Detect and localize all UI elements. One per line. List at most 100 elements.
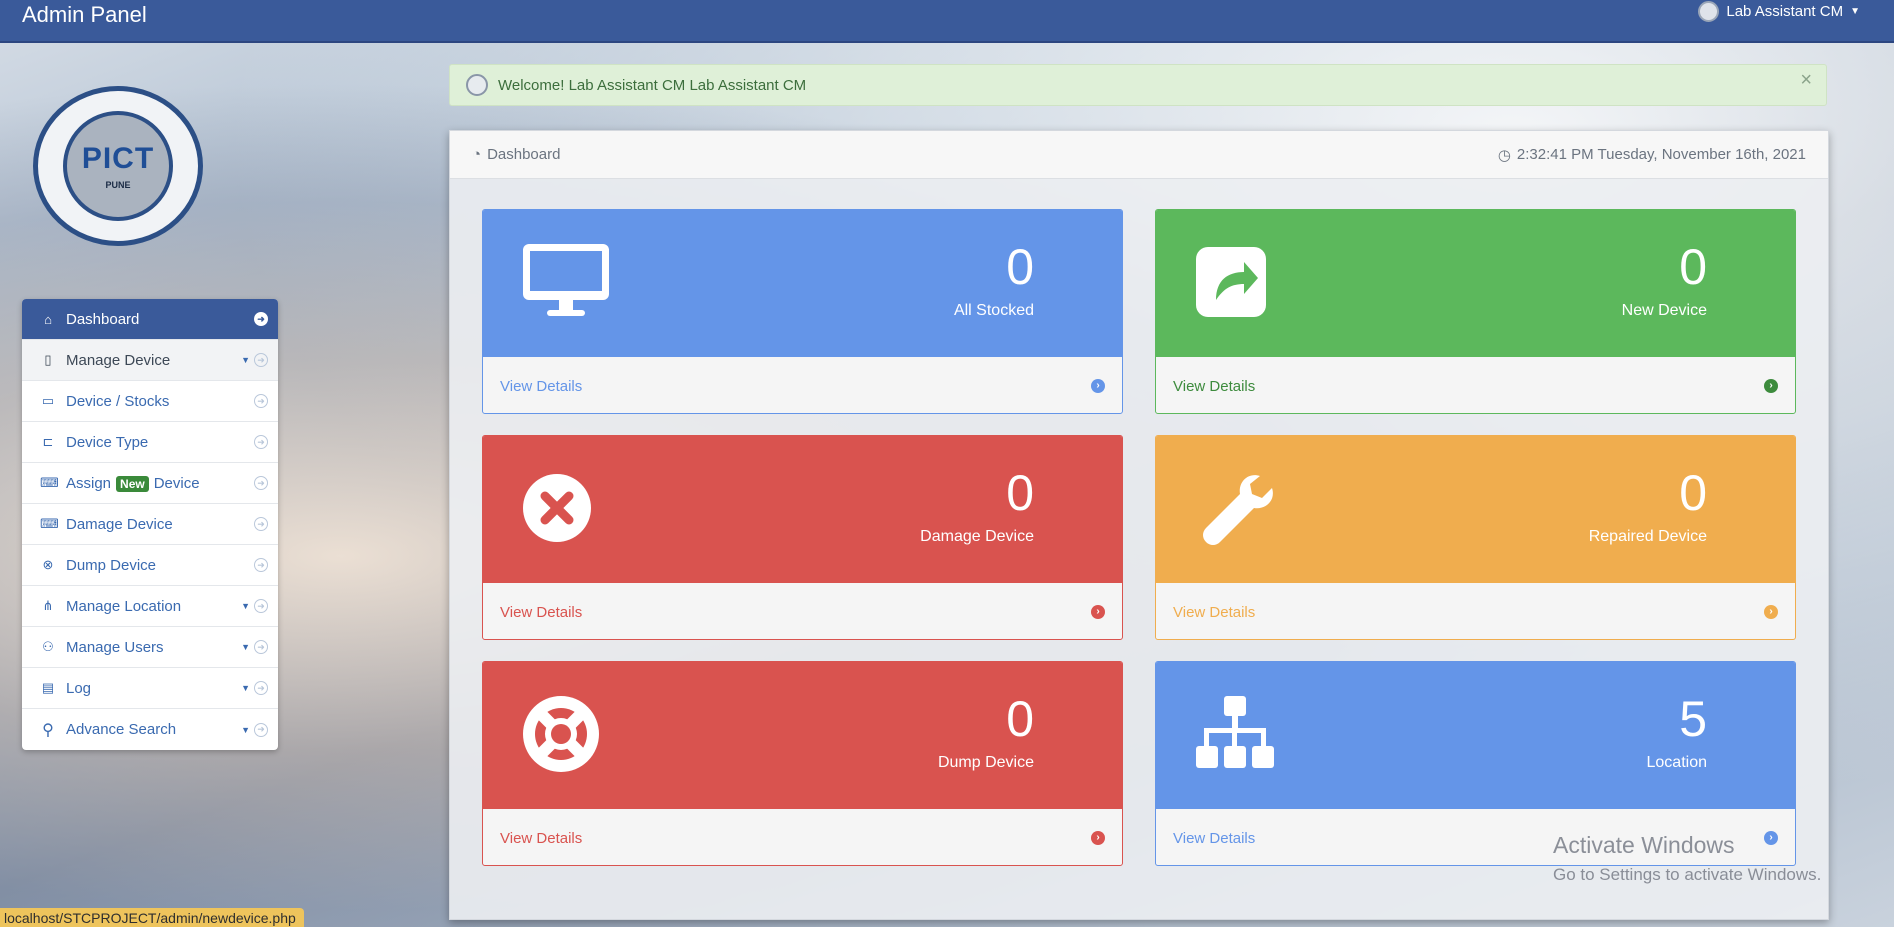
chevron-down-icon: ▼ [241, 601, 250, 611]
search-icon: ⚲ [42, 721, 54, 739]
logo-emblem: PICT PUNE [63, 111, 173, 221]
users-icon: ⚇ [42, 639, 54, 654]
arrow-circle-right-icon: › [1091, 379, 1105, 393]
brand-title[interactable]: Admin Panel [22, 2, 147, 28]
sidebar-item-manage-users[interactable]: ⚇ Manage Users ▼ ➜ [22, 627, 278, 668]
sidebar-item-manage-device[interactable]: ▯ Manage Device ▼ ➜ [22, 340, 278, 381]
user-avatar [1698, 1, 1720, 22]
sidebar-item-manage-location[interactable]: ⋔ Manage Location ▼ ➜ [22, 586, 278, 627]
laptop-icon: ⌨ [40, 475, 59, 490]
sidebar-item-dump-device[interactable]: ⊗ Dump Device ➜ [22, 545, 278, 586]
dashboard-gauge-icon: ◔ [472, 146, 482, 163]
book-icon: ▤ [41, 680, 55, 695]
chevron-down-icon: ▼ [1850, 6, 1860, 17]
view-details-text: View Details [1173, 377, 1256, 395]
dashboard-panel: ◔ Dashboard ◷ 2:32:41 PM Tuesday, Novemb… [449, 130, 1829, 920]
device-label: Device [153, 474, 200, 492]
arrow-circle-right-icon: ➜ [254, 681, 268, 695]
browser-status-url: localhost/STCPROJECT/admin/newdevice.php [0, 908, 304, 927]
wrench-icon [1203, 475, 1273, 545]
card-label: Repaired Device [1588, 528, 1707, 545]
life-ring-icon [523, 696, 599, 772]
arrow-circle-right-icon: › [1091, 605, 1105, 619]
panel-title: Dashboard [487, 146, 561, 163]
panel-header: ◔ Dashboard ◷ 2:32:41 PM Tuesday, Novemb… [450, 131, 1828, 179]
arrow-circle-right-icon: › [1091, 831, 1105, 845]
user-menu[interactable]: Lab Assistant CM ▼ [1698, 1, 1872, 22]
arrow-circle-right-icon: › [1764, 605, 1778, 619]
sidebar-item-label: Device Type [66, 433, 149, 451]
sidebar-item-device-stocks[interactable]: ▭ Device / Stocks ➜ [22, 381, 278, 422]
close-icon[interactable]: × [1800, 69, 1812, 92]
card-count: 0 [1679, 239, 1707, 295]
times-circle-icon: ⊗ [42, 557, 54, 572]
arrow-circle-right-icon: ➜ [254, 640, 268, 654]
mobile-icon: ▯ [44, 352, 52, 367]
laptop-icon: ⌨ [40, 516, 59, 531]
sidebar-item-label: Log [66, 679, 92, 697]
view-details-text: View Details [1173, 829, 1256, 847]
sidebar-item-label: Advance Search [66, 721, 177, 738]
card-count: 0 [1006, 465, 1034, 521]
panel-datetime: 2:32:41 PM Tuesday, November 16th, 2021 [1516, 146, 1806, 163]
view-details-link[interactable]: View Details › [483, 583, 1122, 639]
sidebar-item-label: Dashboard [66, 310, 140, 328]
sidebar-item-dashboard[interactable]: ⌂ Dashboard ➜ [22, 299, 278, 340]
windows-activation-watermark: Activate Windows Go to Settings to activ… [1553, 832, 1821, 885]
view-details-text: View Details [500, 829, 583, 847]
activate-title: Activate Windows [1553, 832, 1735, 858]
welcome-message: Welcome! Lab Assistant CM Lab Assistant … [498, 76, 807, 94]
card-label: Dump Device [937, 754, 1034, 771]
arrow-circle-right-icon: › [1764, 379, 1778, 393]
card-label: Location [1646, 754, 1708, 771]
arrow-circle-right-icon: ➜ [254, 312, 268, 326]
sidebar-item-label: Assign New Device [66, 475, 254, 492]
user-name: Lab Assistant CM [1726, 3, 1844, 20]
view-details-text: View Details [1173, 603, 1256, 621]
sidebar-item-damage-device[interactable]: ⌨ Damage Device ➜ [22, 504, 278, 545]
view-details-text: View Details [500, 603, 583, 621]
view-details-link[interactable]: View Details › [1156, 583, 1795, 639]
clock-icon: ◷ [1497, 146, 1511, 164]
sidebar-item-label: Manage Device [66, 351, 171, 369]
top-navbar: Admin Panel Lab Assistant CM ▼ [0, 0, 1894, 43]
sidebar-item-label: Device / Stocks [66, 392, 170, 410]
card-dump-device: 0 Dump Device View Details › [482, 661, 1123, 866]
sidebar-item-device-type[interactable]: ⊏ Device Type ➜ [22, 422, 278, 463]
activate-subtitle: Go to Settings to activate Windows. [1553, 865, 1822, 884]
sidebar-item-assign-new-device[interactable]: ⌨ Assign New Device ➜ [22, 463, 278, 504]
sitemap-icon: ⋔ [42, 598, 54, 613]
assign-label: Assign [66, 474, 112, 492]
sidebar-item-advance-search[interactable]: ⚲ Advance Search ▼ ➜ [22, 709, 278, 750]
arrow-circle-right-icon: ➜ [254, 558, 268, 572]
sidebar-item-label: Dump Device [66, 556, 157, 574]
new-badge: New [116, 475, 149, 492]
card-count: 0 [1679, 465, 1707, 521]
card-label: New Device [1621, 302, 1707, 319]
desktop-icon: ▭ [41, 393, 55, 408]
arrow-circle-right-icon: ➜ [254, 435, 268, 449]
arrow-circle-right-icon: ➜ [254, 476, 268, 490]
arrow-circle-right-icon: ➜ [254, 394, 268, 408]
card-count: 5 [1679, 691, 1707, 747]
sitemap-icon [1196, 696, 1274, 768]
card-count: 0 [1006, 691, 1034, 747]
view-details-link[interactable]: View Details › [1156, 357, 1795, 413]
card-repaired-device: 0 Repaired Device View Details › [1155, 435, 1796, 640]
view-details-text: View Details [500, 377, 583, 395]
arrow-circle-right-icon: ➜ [254, 517, 268, 531]
welcome-alert: Welcome! Lab Assistant CM Lab Assistant … [449, 64, 1827, 106]
chevron-down-icon: ▼ [241, 642, 250, 652]
share-icon [1196, 247, 1266, 317]
folder-open-icon: ⊏ [42, 434, 54, 449]
card-damage-device: 0 Damage Device View Details › [482, 435, 1123, 640]
arrow-circle-right-icon: ➜ [254, 599, 268, 613]
view-details-link[interactable]: View Details › [483, 809, 1122, 865]
home-icon: ⌂ [44, 311, 52, 327]
arrow-circle-right-icon: ➜ [254, 722, 268, 737]
sidebar-item-log[interactable]: ▤ Log ▼ ➜ [22, 668, 278, 709]
view-details-link[interactable]: View Details › [483, 357, 1122, 413]
sidebar-item-label: Manage Location [66, 597, 182, 615]
times-circle-icon [523, 474, 591, 542]
sidebar-menu: ⌂ Dashboard ➜ ▯ Manage Device ▼ ➜ ▭ Devic… [22, 299, 278, 750]
